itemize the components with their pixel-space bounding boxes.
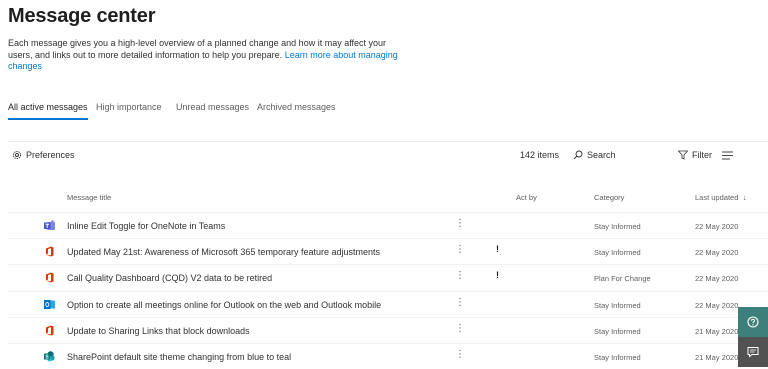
last-updated-date: 21 May 2020 [695,353,739,362]
search-button[interactable]: Search [573,150,616,160]
preferences-label: Preferences [26,150,75,160]
list-view-icon [722,151,733,160]
table-row[interactable]: Updated May 21st: Awareness of Microsoft… [8,238,768,264]
table-row[interactable]: Option to create all meetings online for… [8,291,768,317]
message-center-page: Message center Each message gives you a … [0,0,768,369]
chat-icon [747,347,759,358]
more-options-icon[interactable]: ⋮ [455,243,465,257]
more-options-icon[interactable]: ⋮ [455,348,465,362]
more-options-icon[interactable]: ⋮ [455,296,465,310]
gear-icon [12,150,22,160]
more-options-icon[interactable]: ⋮ [455,217,465,231]
message-title[interactable]: Call Quality Dashboard (CQD) V2 data to … [67,273,272,283]
last-updated-date: 22 May 2020 [695,248,739,257]
category: Stay Informed [594,353,641,362]
divider [8,141,768,142]
last-updated-date: 22 May 2020 [695,274,739,283]
last-updated-date: 22 May 2020 [695,222,739,231]
act-by-indicator: ! [496,270,499,280]
last-updated-date: 22 May 2020 [695,301,739,310]
category: Stay Informed [594,301,641,310]
message-title[interactable]: Inline Edit Toggle for OneNote in Teams [67,221,225,231]
sharepoint-icon: S [44,351,55,362]
column-header-title[interactable]: Message title [67,193,111,202]
table-row[interactable]: Update to Sharing Links that block downl… [8,317,768,343]
feedback-button[interactable] [738,337,768,367]
category: Stay Informed [594,248,641,257]
message-title[interactable]: SharePoint default site theme changing f… [67,352,291,362]
more-options-icon[interactable]: ⋮ [455,322,465,336]
act-by-indicator: ! [496,244,499,254]
search-icon [573,150,583,160]
page-description: Each message gives you a high-level over… [8,38,398,73]
item-count: 142 items [520,150,560,160]
tab-all-active-messages[interactable]: All active messages [8,102,88,120]
tab-archived-messages[interactable]: Archived messages [257,102,336,118]
tab-high-importance[interactable]: High importance [96,102,162,118]
search-label: Search [587,150,616,160]
message-title[interactable]: Updated May 21st: Awareness of Microsoft… [67,247,380,257]
more-options-icon[interactable]: ⋮ [455,269,465,283]
office-icon [46,272,54,283]
last-updated-label: Last updated [695,193,739,202]
help-button[interactable] [738,307,768,337]
column-header-act-by[interactable]: Act by [516,193,537,202]
tab-unread-messages[interactable]: Unread messages [176,102,249,118]
office-icon [46,246,54,257]
sort-down-icon: ↓ [742,193,747,202]
outlook-icon [44,300,55,309]
command-bar: Preferences 142 items Search Filter [8,146,768,166]
filter-icon [678,150,688,160]
category: Stay Informed [594,327,641,336]
column-header-category[interactable]: Category [594,193,624,202]
table-row[interactable]: Inline Edit Toggle for OneNote in Teams … [8,212,768,238]
table-row[interactable]: S SharePoint default site theme changing… [8,343,768,369]
teams-icon [44,220,55,230]
column-header-last-updated[interactable]: Last updated ↓ [695,193,746,202]
message-title[interactable]: Option to create all meetings online for… [67,300,381,310]
help-icon [747,316,759,328]
preferences-button[interactable]: Preferences [12,150,75,160]
table-row[interactable]: Call Quality Dashboard (CQD) V2 data to … [8,264,768,290]
view-options-button[interactable] [722,151,737,160]
last-updated-date: 21 May 2020 [695,327,739,336]
filter-label: Filter [692,150,712,160]
page-title: Message center [8,5,156,27]
office-icon [46,325,54,336]
message-title[interactable]: Update to Sharing Links that block downl… [67,326,250,336]
filter-button[interactable]: Filter [678,150,712,160]
category: Stay Informed [594,222,641,231]
category: Plan For Change [594,274,651,283]
